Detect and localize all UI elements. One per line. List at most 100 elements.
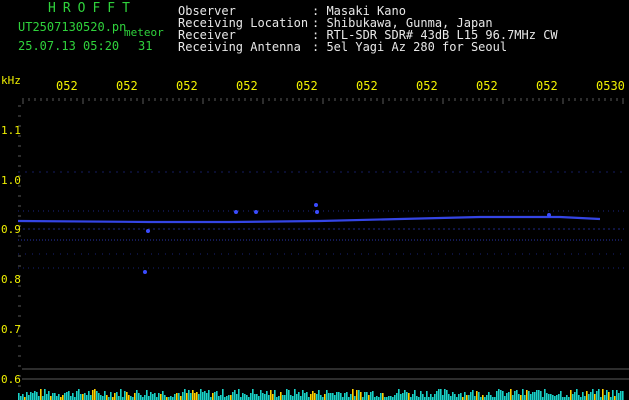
noise-spectrum-bar <box>528 391 530 400</box>
noise-spectrum-bar <box>244 394 246 400</box>
timestamp-datetime: 25.07.13 05:20 <box>18 39 120 53</box>
noise-spectrum-bar <box>334 395 336 400</box>
noise-spectrum-bar <box>134 393 136 400</box>
noise-spectrum-bar <box>442 395 444 400</box>
y-axis-unit: kHz <box>1 74 21 87</box>
y-tick-label: 0.8 <box>1 273 21 286</box>
noise-spectrum-bar <box>346 392 348 400</box>
noise-spectrum-bar <box>292 396 294 400</box>
noise-spectrum-bar <box>98 393 100 400</box>
meteor-echo <box>143 270 147 274</box>
noise-spectrum-bar <box>92 390 94 400</box>
noise-spectrum-bar <box>62 395 64 400</box>
noise-spectrum-bar <box>150 392 152 400</box>
noise-spectrum-bar <box>488 392 490 400</box>
info-value-antenna: : 5el Yagi Az 280 for Seoul <box>312 40 508 54</box>
noise-spectrum-bar <box>544 389 546 400</box>
noise-spectrum-bar <box>366 392 368 400</box>
noise-spectrum-bar <box>130 396 132 400</box>
noise-spectrum-bar <box>234 390 236 400</box>
noise-spectrum-bar <box>514 391 516 400</box>
noise-spectrum-bar <box>222 389 224 400</box>
noise-spectrum-bar <box>290 395 292 400</box>
noise-spectrum-bar <box>572 394 574 400</box>
noise-spectrum-bar <box>380 393 382 400</box>
noise-spectrum-bar <box>208 390 210 400</box>
noise-spectrum-bar <box>448 394 450 400</box>
noise-spectrum-bar <box>536 390 538 400</box>
noise-spectrum-bar <box>376 396 378 400</box>
noise-spectrum-bar <box>216 391 218 400</box>
noise-spectrum-bar <box>420 391 422 400</box>
noise-spectrum-bar <box>106 395 108 400</box>
noise-spectrum-bar <box>300 396 302 400</box>
noise-spectrum-bar <box>26 392 28 400</box>
noise-spectrum-bar <box>118 396 120 400</box>
noise-spectrum-bar <box>472 390 474 400</box>
noise-spectrum-bar <box>416 396 418 400</box>
noise-spectrum-bar <box>368 395 370 400</box>
noise-spectrum-bar <box>586 391 588 400</box>
noise-spectrum-bar <box>256 394 258 400</box>
noise-spectrum-bar <box>606 390 608 400</box>
noise-spectrum-bar <box>116 392 118 400</box>
noise-spectrum-bar <box>128 395 130 400</box>
noise-spectrum-bar <box>268 395 270 400</box>
noise-spectrum-bar <box>616 390 618 400</box>
noise-spectrum-bar <box>252 389 254 400</box>
noise-spectrum-bar <box>286 389 288 400</box>
noise-spectrum-bar <box>574 392 576 400</box>
noise-spectrum-bar <box>618 393 620 400</box>
file-type-label: meteor <box>124 26 164 39</box>
noise-spectrum-bar <box>538 390 540 400</box>
noise-spectrum-bar <box>38 396 40 400</box>
noise-spectrum-bar <box>152 394 154 400</box>
noise-spectrum-bar <box>298 392 300 400</box>
noise-spectrum-bar <box>102 396 104 400</box>
noise-spectrum-bar <box>520 395 522 400</box>
noise-spectrum-bar <box>436 391 438 400</box>
noise-spectrum-bar <box>40 389 42 400</box>
noise-spectrum-bar <box>622 391 624 400</box>
noise-spectrum-bar <box>294 389 296 400</box>
noise-spectrum-bar <box>454 394 456 400</box>
x-tick-label: 052 <box>296 79 318 93</box>
noise-spectrum-bar <box>390 396 392 400</box>
noise-spectrum-bar <box>288 390 290 400</box>
noise-spectrum-bar <box>54 393 56 400</box>
noise-spectrum-bar <box>220 395 222 400</box>
noise-spectrum-bar <box>46 394 48 400</box>
noise-spectrum-bar <box>396 393 398 400</box>
noise-spectrum-bar <box>124 391 126 400</box>
noise-spectrum-bar <box>444 389 446 400</box>
noise-spectrum-bar <box>126 392 128 400</box>
noise-spectrum-bar <box>204 391 206 400</box>
noise-spectrum-bar <box>336 392 338 400</box>
noise-spectrum-bar <box>202 392 204 400</box>
noise-spectrum-bar <box>170 396 172 400</box>
noise-spectrum-bar <box>80 394 82 400</box>
noise-spectrum-bar <box>540 391 542 400</box>
noise-spectrum-bar <box>496 391 498 400</box>
noise-spectrum-bar <box>516 390 518 400</box>
noise-spectrum-bar <box>164 395 166 400</box>
noise-spectrum-bar <box>474 396 476 400</box>
noise-spectrum-bar <box>306 392 308 400</box>
noise-spectrum-bar <box>506 393 508 400</box>
noise-spectrum-bar <box>56 396 58 400</box>
noise-spectrum-bar <box>338 392 340 400</box>
noise-spectrum-bar <box>178 393 180 400</box>
noise-spectrum-bar <box>316 394 318 400</box>
noise-spectrum-bar <box>302 390 304 400</box>
noise-spectrum-bar <box>274 390 276 400</box>
noise-spectrum-bar <box>120 389 122 400</box>
y-tick-label: 0.6 <box>1 373 21 386</box>
x-tick-label: 0530 <box>596 79 625 93</box>
noise-spectrum-bar <box>312 391 314 400</box>
noise-spectrum-bar <box>518 394 520 400</box>
noise-spectrum-bar <box>388 396 390 400</box>
noise-spectrum-bar <box>18 393 20 400</box>
noise-spectrum-bar <box>382 393 384 400</box>
meteor-echo <box>254 210 258 214</box>
y-tick-label: 0.7 <box>1 323 21 336</box>
